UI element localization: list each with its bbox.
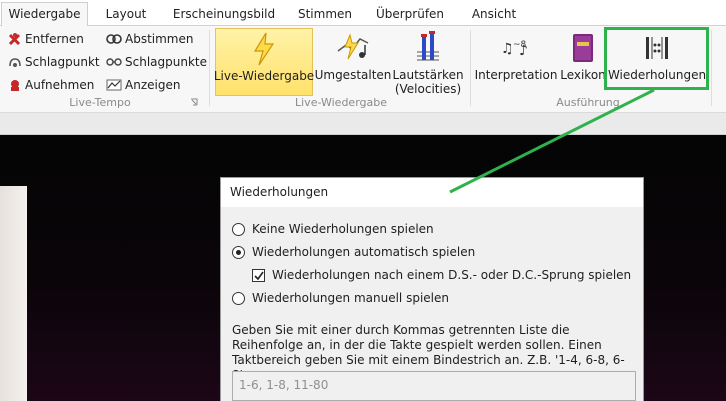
annotation-arrow bbox=[449, 88, 655, 194]
